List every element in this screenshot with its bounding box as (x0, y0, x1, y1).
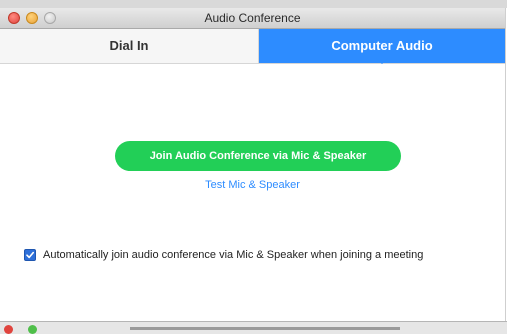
window-title: Audio Conference (204, 11, 301, 25)
join-audio-button[interactable]: Join Audio Conference via Mic & Speaker (115, 141, 401, 171)
title-bar: Audio Conference (0, 8, 505, 29)
checkmark-icon (26, 251, 34, 259)
test-mic-speaker-link[interactable]: Test Mic & Speaker (0, 179, 505, 191)
desktop-background (0, 0, 507, 8)
audio-conference-window: Audio Conference Dial In Computer Audio … (0, 8, 506, 321)
background-title-bar (130, 327, 400, 330)
active-tab-caret (376, 58, 388, 64)
tab-bar: Dial In Computer Audio (0, 29, 505, 64)
auto-join-checkbox[interactable] (24, 249, 36, 261)
auto-join-option: Automatically join audio conference via … (24, 247, 423, 263)
background-window-edge (0, 321, 507, 334)
tab-dial-in[interactable]: Dial In (0, 29, 259, 63)
auto-join-label: Automatically join audio conference via … (43, 249, 424, 261)
